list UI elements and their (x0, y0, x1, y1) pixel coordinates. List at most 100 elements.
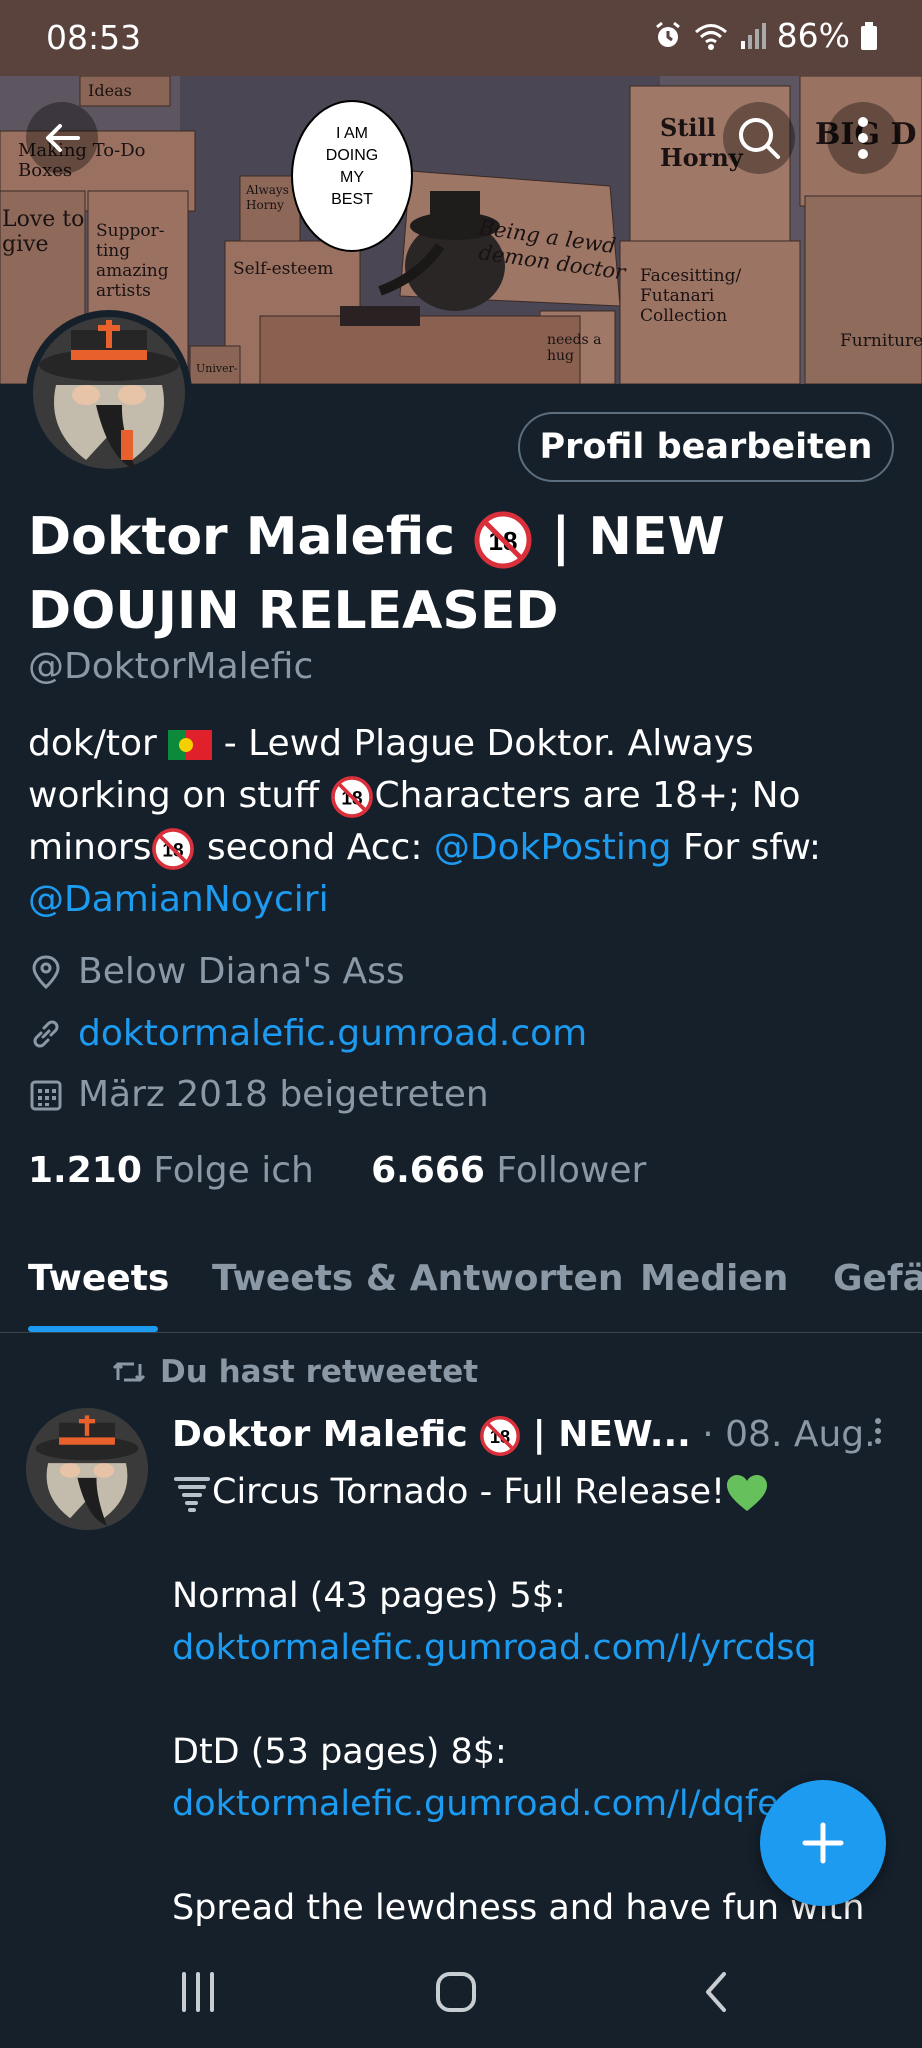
tweet-author-suffix: | NEW... (532, 1414, 691, 1455)
tab-media[interactable]: Medien (640, 1258, 788, 1299)
profile-avatar[interactable] (26, 310, 192, 476)
profile-handle: @DoktorMalefic (28, 646, 314, 687)
svg-text:ting: ting (96, 241, 130, 261)
arrow-left-icon (46, 124, 80, 152)
tweet-more-icon[interactable] (868, 1416, 888, 1450)
no-under-18-icon: 18 (480, 1416, 521, 1456)
svg-text:Furniture: Furniture (840, 331, 922, 351)
tornado-icon (174, 1477, 210, 1512)
signal-icon (740, 22, 766, 49)
joined-text: März 2018 beigetreten (78, 1074, 489, 1115)
retweet-indicator: Du hast retweetet (112, 1354, 478, 1390)
svg-text:Suppor-: Suppor- (96, 221, 164, 241)
tweet-date[interactable]: · 08. Aug. (702, 1414, 875, 1455)
tweet-line: Spread the lewdness and have fun with (172, 1888, 865, 1928)
svg-text:Univer-: Univer- (196, 362, 238, 375)
profile-name-part3: DOUJIN RELEASED (28, 581, 559, 641)
retweet-label: Du hast retweetet (160, 1354, 479, 1390)
following-label: Folge ich (153, 1150, 314, 1191)
followers-label: Follower (496, 1150, 647, 1191)
back-button[interactable] (26, 102, 98, 174)
speech-bubble-text-1: I AM (336, 125, 368, 142)
plague-doctor-avatar-image (33, 317, 185, 470)
svg-text:Self-esteem: Self-esteem (233, 259, 333, 279)
svg-text:needs a: needs a (547, 332, 602, 348)
battery-percent: 86% (776, 16, 850, 55)
followers-count: 6.666 (371, 1150, 485, 1191)
profile-name-part1: Doktor Malefic (28, 507, 456, 567)
svg-text:Ideas: Ideas (88, 81, 132, 100)
mention-link[interactable]: @DamianNoyciri (28, 879, 329, 920)
tweet-line: DtD (53 pages) 8$: (172, 1732, 507, 1772)
portugal-flag-icon (168, 730, 213, 760)
tweet-link[interactable]: doktormalefic.gumroad.com/l/yrcdsq (172, 1628, 817, 1668)
android-nav-bar (0, 1940, 922, 2048)
profile-joined: März 2018 beigetreten (28, 1074, 489, 1115)
home-icon[interactable] (434, 1970, 478, 2014)
profile-bio: dok/tor - Lewd Plague Doktor. Always wor… (28, 718, 888, 926)
speech-bubble-text-2: DOING (326, 147, 378, 164)
more-vertical-icon (858, 117, 868, 159)
tab-tweets-replies[interactable]: Tweets & Antworten (212, 1258, 624, 1299)
tweet-author-name[interactable]: Doktor Malefic (172, 1414, 468, 1455)
compose-tweet-button[interactable] (760, 1780, 886, 1906)
link-icon (33, 1020, 59, 1047)
more-options-button[interactable] (827, 102, 899, 174)
following-count: 1.210 (28, 1150, 142, 1191)
alarm-icon (655, 21, 680, 47)
no-under-18-icon: 18 (152, 828, 195, 870)
speech-bubble-text-4: BEST (331, 191, 373, 208)
bio-text: For sfw: (682, 827, 822, 868)
svg-text:artists: artists (96, 281, 151, 301)
no-under-18-icon: 18 (331, 776, 374, 818)
svg-text:hug: hug (547, 348, 574, 364)
plus-icon (802, 1822, 844, 1864)
green-heart-icon (727, 1475, 768, 1511)
profile-name: Doktor Malefic 18 | NEW DOUJIN RELEASED (28, 500, 888, 648)
followers-link[interactable]: 6.666 Follower (371, 1150, 646, 1191)
bio-text: dok/tor (28, 723, 157, 764)
profile-location: Below Diana's Ass (28, 951, 405, 992)
retweet-icon (112, 1362, 146, 1382)
speech-bubble-text-3: MY (340, 169, 364, 186)
no-under-18-icon: 18 (474, 511, 532, 569)
bio-text: second Acc: (206, 827, 423, 868)
mention-link[interactable]: @DokPosting (434, 827, 672, 868)
tweet-author-avatar[interactable] (26, 1408, 148, 1530)
tweet-link[interactable]: doktormalefic.gumroad.com/l/dqfe (172, 1784, 779, 1824)
profile-tabs: Tweets Tweets & Antworten Medien Gefä (0, 1240, 922, 1333)
follow-counts: 1.210 Folge ich 6.666 Follower (28, 1150, 646, 1191)
tweet-header: Doktor Malefic 18 | NEW... · 08. Aug. (172, 1414, 876, 1457)
plague-doctor-avatar-image (26, 1408, 148, 1530)
calendar-icon (30, 1080, 62, 1110)
battery-icon (861, 21, 877, 50)
status-icons: 86% (653, 16, 878, 55)
svg-text:Collection: Collection (640, 306, 727, 326)
location-text: Below Diana's Ass (78, 951, 405, 992)
tab-tweets[interactable]: Tweets (28, 1258, 169, 1299)
svg-text:give: give (2, 232, 49, 257)
profile-website: doktormalefic.gumroad.com (28, 1013, 587, 1054)
search-button[interactable] (723, 102, 795, 174)
website-link[interactable]: doktormalefic.gumroad.com (78, 1013, 587, 1054)
svg-text:Always: Always (245, 183, 289, 197)
tab-likes[interactable]: Gefä (833, 1258, 922, 1299)
profile-name-part2: | NEW (551, 507, 725, 567)
wifi-icon (694, 23, 727, 50)
status-bar: 08:53 86% (0, 0, 922, 76)
following-link[interactable]: 1.210 Folge ich (28, 1150, 314, 1191)
svg-text:Facesitting/: Facesitting/ (640, 266, 741, 286)
svg-text:Horny: Horny (246, 198, 284, 212)
back-nav-icon[interactable] (700, 1970, 732, 2014)
tweet-line: Circus Tornado - Full Release! (212, 1472, 726, 1512)
active-tab-indicator (28, 1326, 158, 1332)
edit-profile-button[interactable]: Profil bearbeiten (518, 412, 894, 482)
tweet-line: Normal (43 pages) 5$: (172, 1576, 566, 1616)
location-pin-icon (32, 954, 60, 989)
status-time: 08:53 (46, 18, 142, 57)
svg-text:Love to: Love to (2, 207, 84, 232)
recent-apps-icon[interactable] (178, 1970, 218, 2014)
svg-text:Futanari: Futanari (640, 286, 715, 306)
search-icon (739, 118, 780, 159)
svg-text:Still: Still (660, 113, 716, 142)
